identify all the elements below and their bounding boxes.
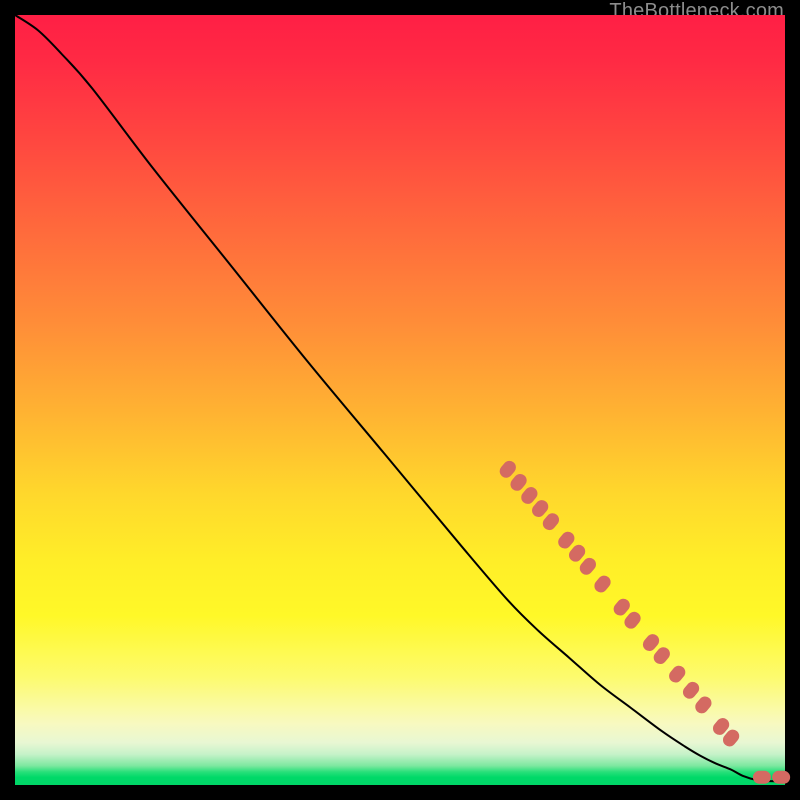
data-marker <box>693 694 715 716</box>
chart-stage: TheBottleneck.com <box>0 0 800 800</box>
marker-group <box>497 458 790 784</box>
data-marker <box>680 679 702 701</box>
data-marker <box>753 771 771 784</box>
data-marker <box>592 573 614 595</box>
data-marker <box>666 663 688 685</box>
gradient-plot-area <box>15 15 785 785</box>
data-marker <box>772 771 790 784</box>
curve-line <box>15 15 785 781</box>
chart-svg <box>15 15 785 785</box>
